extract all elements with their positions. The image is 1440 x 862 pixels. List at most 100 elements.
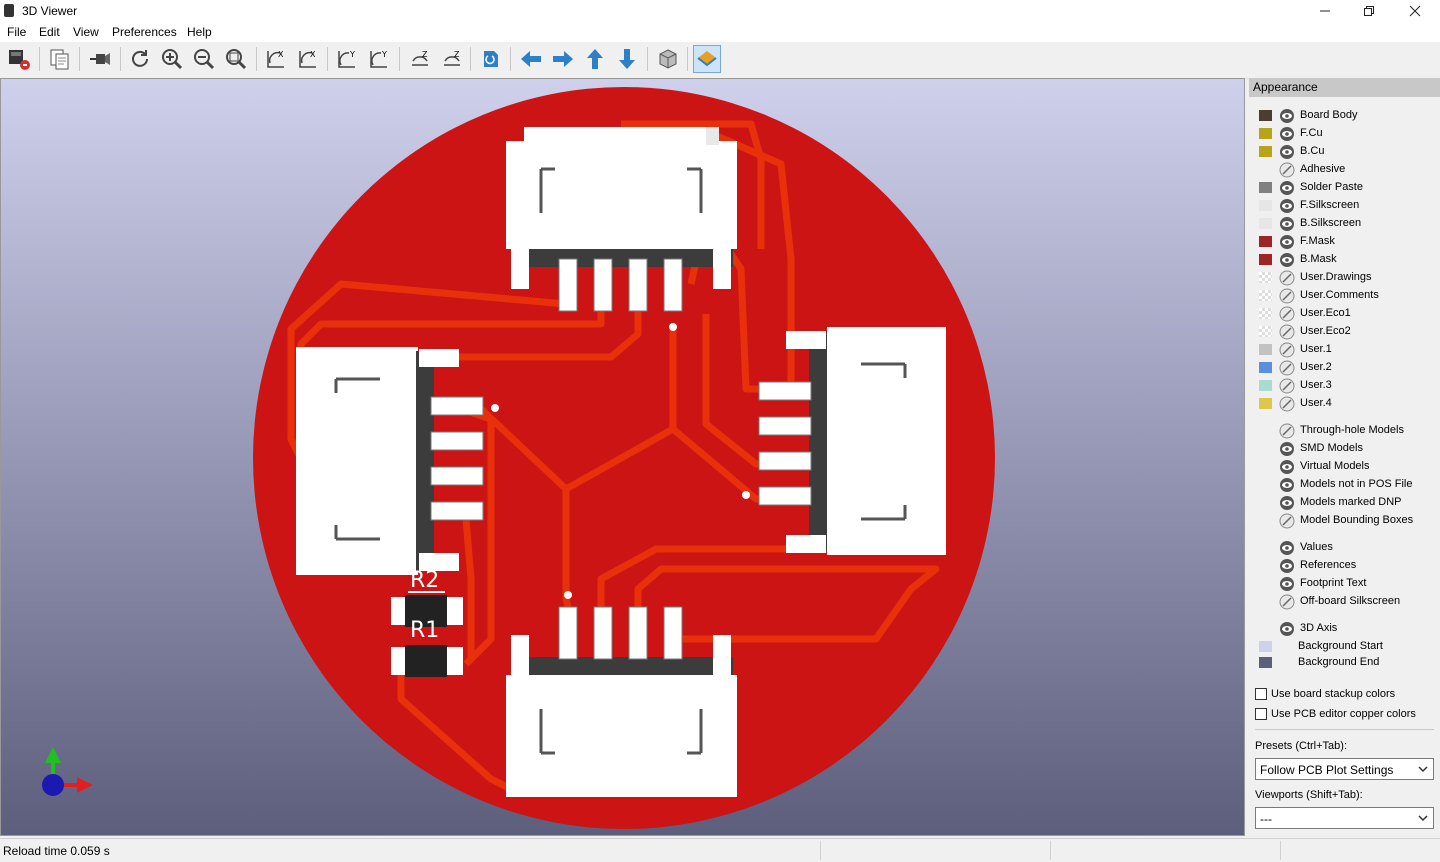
zoom-out-button[interactable] — [190, 45, 218, 73]
color-swatch[interactable] — [1259, 236, 1272, 247]
color-swatch[interactable] — [1259, 146, 1272, 157]
toggle-appearance-panel-button[interactable] — [693, 45, 721, 73]
flip-board-button[interactable] — [477, 45, 505, 73]
eye-icon[interactable] — [1279, 234, 1295, 250]
layer-row[interactable]: Model Bounding Boxes — [1249, 512, 1440, 530]
layer-row[interactable]: User.1 — [1249, 341, 1440, 359]
color-swatch[interactable] — [1259, 128, 1272, 139]
layer-row[interactable]: F.Mask — [1249, 233, 1440, 251]
3d-viewport[interactable]: R2 R1 — [0, 78, 1245, 836]
move-up-button[interactable] — [581, 45, 609, 73]
eye-hidden-icon[interactable] — [1279, 378, 1295, 394]
layer-row[interactable]: Footprint Text — [1249, 575, 1440, 593]
layer-row[interactable]: User.Eco2 — [1249, 323, 1440, 341]
move-down-button[interactable] — [613, 45, 641, 73]
eye-icon[interactable] — [1279, 198, 1295, 214]
use-stackup-colors-checkbox[interactable]: Use board stackup colors — [1255, 686, 1440, 704]
eye-icon[interactable] — [1279, 477, 1295, 493]
layer-row[interactable]: User.Comments — [1249, 287, 1440, 305]
rotate-z-ccw-button[interactable]: Z — [438, 45, 466, 73]
color-swatch[interactable] — [1259, 380, 1272, 391]
eye-icon[interactable] — [1279, 180, 1295, 196]
layer-row[interactable]: Virtual Models — [1249, 458, 1440, 476]
toggle-orthographic-button[interactable] — [654, 45, 682, 73]
color-swatch[interactable] — [1259, 362, 1272, 373]
layer-row[interactable]: F.Silkscreen — [1249, 197, 1440, 215]
menu-edit[interactable]: Edit — [39, 25, 60, 39]
checkbox-box[interactable] — [1255, 688, 1267, 700]
redraw-button[interactable] — [126, 45, 154, 73]
layer-row[interactable]: User.2 — [1249, 359, 1440, 377]
bg-end-row[interactable]: Background End — [1249, 654, 1440, 672]
layer-row[interactable]: B.Cu — [1249, 143, 1440, 161]
copy-image-button[interactable] — [46, 45, 74, 73]
eye-icon[interactable] — [1279, 540, 1295, 556]
eye-icon[interactable] — [1279, 459, 1295, 475]
rotate-z-cw-button[interactable]: Z — [406, 45, 434, 73]
layer-row[interactable]: User.4 — [1249, 395, 1440, 413]
checkbox-box[interactable] — [1255, 708, 1267, 720]
eye-hidden-icon[interactable] — [1279, 162, 1295, 178]
layer-row[interactable]: Adhesive — [1249, 161, 1440, 179]
menu-view[interactable]: View — [73, 25, 99, 39]
eye-hidden-icon[interactable] — [1279, 306, 1295, 322]
menu-help[interactable]: Help — [187, 25, 212, 39]
move-right-button[interactable] — [549, 45, 577, 73]
layer-row[interactable]: User.3 — [1249, 377, 1440, 395]
eye-hidden-icon[interactable] — [1279, 360, 1295, 376]
color-swatch[interactable] — [1259, 218, 1272, 229]
menu-preferences[interactable]: Preferences — [112, 25, 177, 39]
viewports-select[interactable]: --- — [1255, 807, 1434, 829]
color-swatch[interactable] — [1259, 308, 1272, 319]
raytracing-button[interactable] — [86, 45, 114, 73]
presets-select[interactable]: Follow PCB Plot Settings — [1255, 758, 1434, 780]
layer-row[interactable]: Solder Paste — [1249, 179, 1440, 197]
eye-hidden-icon[interactable] — [1279, 513, 1295, 529]
layer-row[interactable]: Models marked DNP — [1249, 494, 1440, 512]
color-swatch[interactable] — [1259, 200, 1272, 211]
rotate-y-ccw-button[interactable]: Y — [365, 45, 393, 73]
reload-board-button[interactable] — [5, 45, 33, 73]
eye-icon[interactable] — [1279, 558, 1295, 574]
eye-icon[interactable] — [1279, 621, 1295, 637]
color-swatch[interactable] — [1259, 326, 1272, 337]
layer-row-3d-axis[interactable]: 3D Axis — [1249, 620, 1440, 638]
layer-row[interactable]: Through-hole Models — [1249, 422, 1440, 440]
close-button[interactable] — [1392, 0, 1438, 22]
layer-row[interactable]: Off-board Silkscreen — [1249, 593, 1440, 611]
color-swatch[interactable] — [1259, 344, 1272, 355]
minimize-button[interactable] — [1302, 0, 1348, 22]
menu-file[interactable]: File — [7, 25, 26, 39]
zoom-fit-button[interactable] — [222, 45, 250, 73]
layer-row[interactable]: B.Mask — [1249, 251, 1440, 269]
eye-hidden-icon[interactable] — [1279, 423, 1295, 439]
layer-row[interactable]: User.Eco1 — [1249, 305, 1440, 323]
rotate-x-cw-button[interactable]: X — [262, 45, 290, 73]
eye-hidden-icon[interactable] — [1279, 342, 1295, 358]
rotate-x-ccw-button[interactable]: X — [294, 45, 322, 73]
eye-icon[interactable] — [1279, 144, 1295, 160]
eye-icon[interactable] — [1279, 126, 1295, 142]
color-swatch[interactable] — [1259, 290, 1272, 301]
color-swatch[interactable] — [1259, 398, 1272, 409]
use-pcb-copper-colors-checkbox[interactable]: Use PCB editor copper colors — [1255, 706, 1440, 724]
eye-hidden-icon[interactable] — [1279, 324, 1295, 340]
layer-row[interactable]: Board Body — [1249, 107, 1440, 125]
color-swatch[interactable] — [1259, 657, 1272, 668]
layer-row[interactable]: Models not in POS File — [1249, 476, 1440, 494]
move-left-button[interactable] — [517, 45, 545, 73]
eye-icon[interactable] — [1279, 576, 1295, 592]
eye-hidden-icon[interactable] — [1279, 288, 1295, 304]
layer-row[interactable]: SMD Models — [1249, 440, 1440, 458]
eye-hidden-icon[interactable] — [1279, 270, 1295, 286]
eye-hidden-icon[interactable] — [1279, 396, 1295, 412]
color-swatch[interactable] — [1259, 254, 1272, 265]
layer-row[interactable]: F.Cu — [1249, 125, 1440, 143]
layer-row[interactable]: User.Drawings — [1249, 269, 1440, 287]
layer-row[interactable]: Values — [1249, 539, 1440, 557]
eye-icon[interactable] — [1279, 216, 1295, 232]
layer-row[interactable]: References — [1249, 557, 1440, 575]
layer-row[interactable]: B.Silkscreen — [1249, 215, 1440, 233]
color-swatch[interactable] — [1259, 641, 1272, 652]
color-swatch[interactable] — [1259, 182, 1272, 193]
